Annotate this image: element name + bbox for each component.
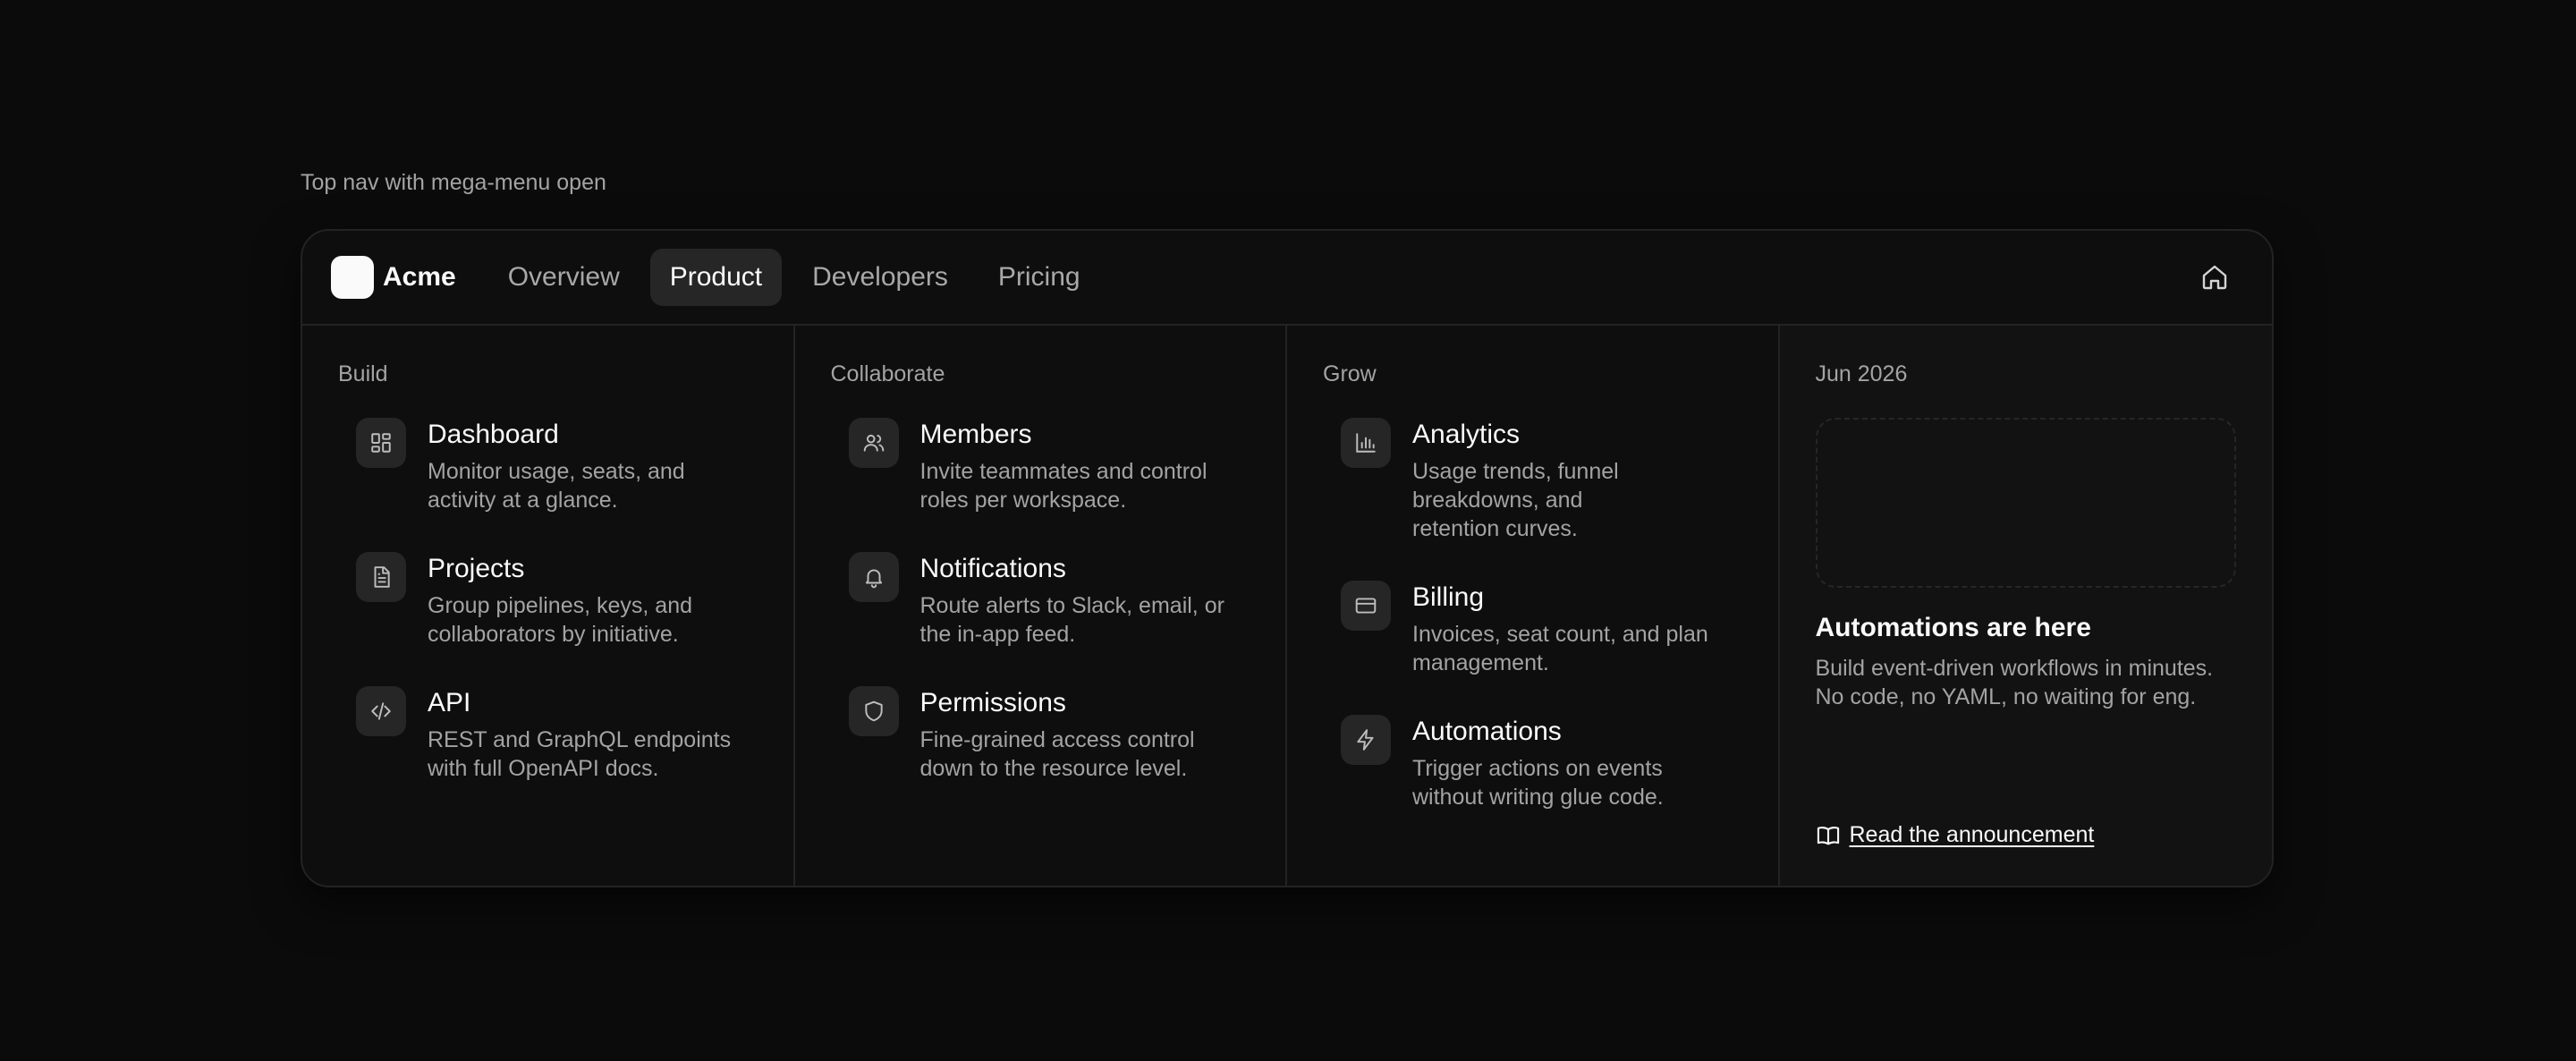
feature-date: Jun 2026 (1815, 361, 1908, 386)
menu-column-build: Build Dashboard Monitor usage, seats, an… (302, 326, 795, 886)
top-nav: Acme Overview Product Developers Pricing (302, 231, 2272, 326)
menu-item-title: Notifications (919, 554, 1066, 583)
document-icon (356, 552, 406, 602)
feature-description: Build event-driven workflows in minutes.… (1815, 656, 2214, 709)
menu-column-grow: Grow Analytics Usage trends, funnel brea… (1287, 326, 1780, 886)
menu-item-desc: REST and GraphQL endpoints with full Ope… (428, 727, 732, 781)
menu-item-api[interactable]: API REST and GraphQL endpoints with full… (338, 686, 758, 783)
menu-item-title: Billing (1412, 582, 1485, 612)
menu-item-desc: Group pipelines, keys, and collaborators… (428, 593, 693, 647)
menu-item-automations[interactable]: Automations Trigger actions on events wi… (1323, 715, 1742, 811)
feature-title: Automations are here (1815, 613, 2091, 642)
menu-item-title: API (428, 688, 471, 717)
brand[interactable]: Acme (331, 256, 456, 299)
menu-item-dashboard[interactable]: Dashboard Monitor usage, seats, and acti… (338, 418, 758, 514)
nav-demo-frame: Acme Overview Product Developers Pricing… (301, 229, 2274, 887)
mega-menu: Build Dashboard Monitor usage, seats, an… (302, 326, 2272, 886)
code-icon (356, 686, 406, 736)
menu-item-desc: Fine-grained access control down to the … (919, 727, 1195, 781)
menu-item-title: Analytics (1412, 420, 1521, 449)
menu-item-desc: Usage trends, funnel breakdowns, and ret… (1412, 459, 1619, 541)
home-icon (2200, 263, 2229, 292)
read-announcement-link[interactable]: Read the announcement (1816, 822, 2095, 848)
nav-item-developers[interactable]: Developers (792, 249, 968, 306)
menu-item-title: Members (919, 420, 1032, 449)
feature-image-placeholder (1815, 418, 2236, 588)
users-icon (848, 418, 899, 468)
menu-item-projects[interactable]: Projects Group pipelines, keys, and coll… (338, 552, 758, 649)
menu-item-title: Automations (1412, 717, 1562, 746)
dashboard-icon (356, 418, 406, 468)
book-icon (1816, 823, 1841, 848)
menu-item-desc: Invoices, seat count, and plan managemen… (1412, 622, 1708, 675)
menu-item-title: Projects (428, 554, 525, 583)
lightning-icon (1341, 715, 1391, 765)
column-title: Build (338, 361, 388, 386)
shield-icon (848, 686, 899, 736)
menu-item-title: Dashboard (428, 420, 559, 449)
credit-card-icon (1341, 581, 1391, 631)
menu-item-analytics[interactable]: Analytics Usage trends, funnel breakdown… (1323, 418, 1742, 543)
read-announcement-label: Read the announcement (1849, 822, 2095, 847)
menu-item-desc: Invite teammates and control roles per w… (919, 459, 1208, 513)
menu-item-members[interactable]: Members Invite teammates and control rol… (831, 418, 1250, 514)
nav-item-overview[interactable]: Overview (488, 249, 640, 306)
menu-item-title: Permissions (919, 688, 1066, 717)
menu-item-permissions[interactable]: Permissions Fine-grained access control … (831, 686, 1250, 783)
brand-name: Acme (383, 262, 456, 292)
brand-logo (331, 256, 374, 299)
column-title: Grow (1323, 361, 1377, 386)
menu-item-desc: Route alerts to Slack, email, or the in-… (919, 593, 1224, 647)
menu-item-desc: Trigger actions on events without writin… (1412, 756, 1664, 810)
home-button[interactable] (2197, 259, 2233, 295)
menu-item-notifications[interactable]: Notifications Route alerts to Slack, ema… (831, 552, 1250, 649)
menu-item-billing[interactable]: Billing Invoices, seat count, and plan m… (1323, 581, 1742, 677)
page-caption: Top nav with mega-menu open (301, 170, 606, 195)
bar-chart-icon (1341, 418, 1391, 468)
feature-panel: Jun 2026 Automations are here Build even… (1779, 326, 2272, 886)
bell-icon (848, 552, 899, 602)
menu-column-collaborate: Collaborate Members Invite teammates and… (795, 326, 1287, 886)
menu-item-desc: Monitor usage, seats, and activity at a … (428, 459, 685, 513)
column-title: Collaborate (830, 361, 945, 386)
nav-item-product[interactable]: Product (649, 249, 783, 306)
nav-item-pricing[interactable]: Pricing (979, 249, 1100, 306)
